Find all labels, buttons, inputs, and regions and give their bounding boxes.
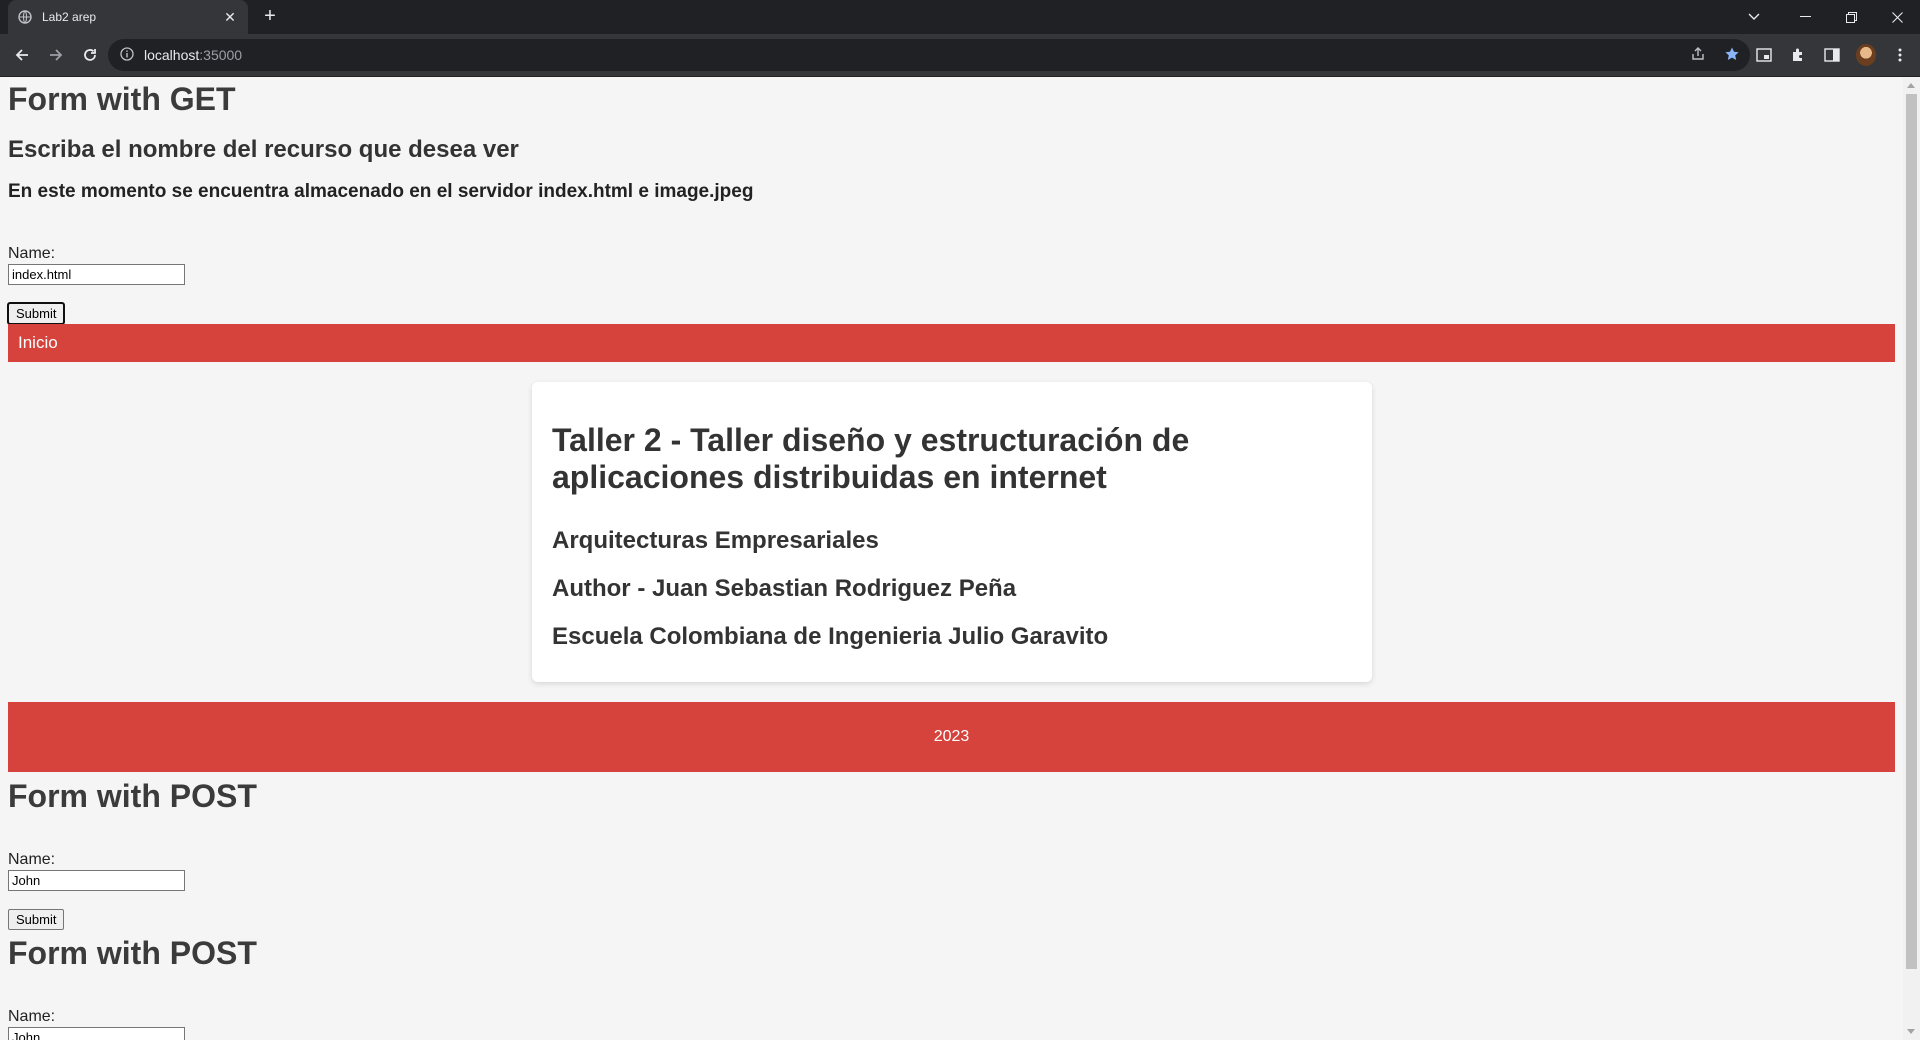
arrow-left-icon: [15, 49, 28, 61]
address-bar[interactable]: localhost:35000: [108, 39, 1750, 71]
post-form-heading: Form with POST: [8, 778, 257, 814]
avatar: [1856, 44, 1876, 66]
share-icon[interactable]: [1690, 46, 1706, 67]
globe-icon: [18, 10, 32, 24]
scroll-down-icon[interactable]: [1907, 1029, 1915, 1034]
tab-title: Lab2 arep: [42, 10, 97, 24]
scroll-up-icon[interactable]: [1907, 83, 1915, 88]
footer: 2023: [8, 702, 1895, 772]
bookmark-star-icon[interactable]: [1724, 46, 1740, 67]
toolbar-actions: [1754, 39, 1910, 71]
minimize-icon[interactable]: [1782, 0, 1828, 34]
browser-tab[interactable]: Lab2 arep ✕: [8, 0, 248, 34]
browser-tab-strip: Lab2 arep ✕ +: [0, 0, 1920, 34]
url-port: :35000: [199, 47, 243, 63]
info-icon[interactable]: [120, 47, 136, 63]
reload-icon: [84, 49, 96, 61]
close-tab-icon[interactable]: ✕: [222, 9, 238, 26]
close-window-icon[interactable]: [1874, 0, 1920, 34]
omnibox-actions: [1690, 46, 1740, 67]
info-card: Taller 2 - Taller diseño y estructuració…: [532, 382, 1372, 682]
side-panel-icon[interactable]: [1822, 39, 1842, 71]
profile-avatar[interactable]: [1856, 39, 1876, 71]
post-name-label: Name:: [8, 851, 56, 868]
get-form-subheading: Escriba el nombre del recurso que desea …: [8, 136, 519, 163]
back-button[interactable]: [6, 39, 38, 71]
post-form-2-heading: Form with POST: [8, 935, 257, 971]
page-viewport: Form with GET Escriba el nombre del recu…: [0, 77, 1903, 1040]
post-2-name-input[interactable]: [8, 1027, 185, 1040]
navbar: Inicio: [8, 324, 1895, 362]
url-host: localhost: [144, 47, 200, 63]
window-controls: [1734, 0, 1920, 34]
restore-icon[interactable]: [1828, 0, 1874, 34]
tab-search-icon[interactable]: [1734, 0, 1774, 34]
post-name-input[interactable]: [8, 870, 185, 891]
new-tab-button[interactable]: +: [258, 5, 282, 29]
footer-year: 2023: [933, 728, 970, 745]
nav-link-inicio[interactable]: Inicio: [18, 333, 58, 353]
browser-toolbar: localhost:35000: [0, 34, 1920, 76]
post-2-name-label: Name:: [8, 1008, 56, 1025]
extensions-icon[interactable]: [1788, 39, 1808, 71]
picture-in-picture-icon[interactable]: [1754, 39, 1774, 71]
forward-button[interactable]: [40, 39, 72, 71]
arrow-right-icon: [50, 49, 63, 61]
card-title: Taller 2 - Taller diseño y estructuració…: [552, 422, 1190, 495]
card-school: Escuela Colombiana de Ingenieria Julio G…: [552, 623, 1109, 650]
more-menu-icon[interactable]: [1890, 39, 1910, 71]
vertical-scrollbar[interactable]: [1903, 77, 1920, 1040]
get-name-label: Name:: [8, 245, 56, 262]
get-form-info: En este momento se encuentra almacenado …: [8, 181, 754, 202]
card-course: Arquitecturas Empresariales: [552, 527, 879, 554]
url-text: localhost:35000: [144, 47, 242, 63]
reload-button[interactable]: [74, 39, 106, 71]
get-submit-button[interactable]: Submit: [6, 302, 66, 325]
post-submit-button[interactable]: Submit: [8, 909, 65, 930]
get-form-heading: Form with GET: [8, 81, 236, 117]
get-name-input[interactable]: [8, 264, 185, 285]
card-author: Author - Juan Sebastian Rodriguez Peña: [552, 575, 1017, 602]
scrollbar-thumb[interactable]: [1906, 94, 1917, 969]
